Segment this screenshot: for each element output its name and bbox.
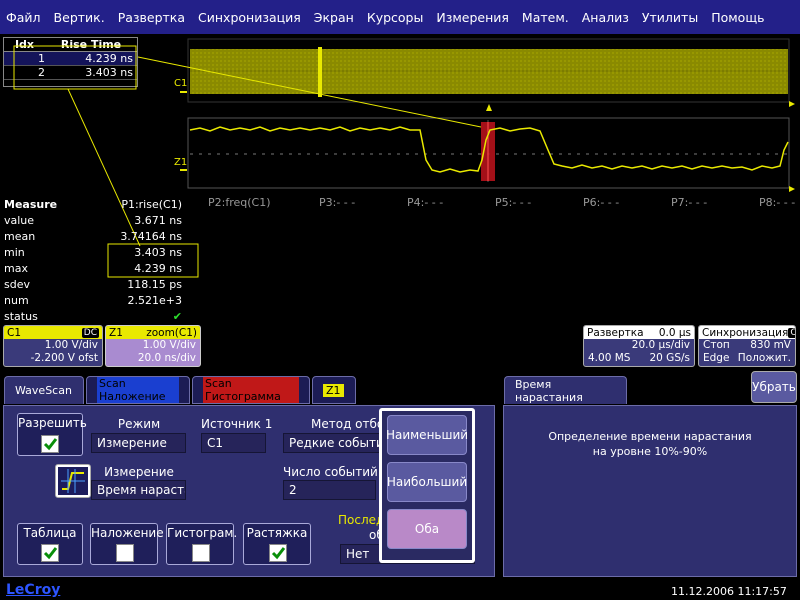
c1-name: C1 bbox=[7, 326, 22, 339]
largest-option[interactable]: Наибольший bbox=[387, 462, 467, 502]
tab-z1-label: Z1 bbox=[323, 383, 344, 397]
param-p5[interactable]: P5:- - - bbox=[495, 196, 531, 209]
last-label: Послед bbox=[338, 513, 385, 527]
help-desc-1: Определение времени нарастания bbox=[548, 430, 752, 443]
mode-label: Режим bbox=[117, 417, 161, 431]
tab-scan-histogram[interactable]: Scan Гистограмма bbox=[192, 376, 310, 404]
trigger-box[interactable]: СинхронизацияC1 Стоп 830 mV Edge Положит. bbox=[698, 325, 796, 367]
enable-checkbox[interactable] bbox=[41, 435, 59, 453]
both-option[interactable]: Оба bbox=[387, 509, 467, 549]
rise-time-icon[interactable] bbox=[55, 464, 91, 498]
source-label: Источник 1 bbox=[201, 417, 273, 431]
measure-value: 3.74164 ns bbox=[120, 229, 182, 243]
lecroy-logo: LeCroy bbox=[6, 582, 61, 598]
measure-label: mean bbox=[4, 229, 36, 243]
measure-value: 118.15 ps bbox=[127, 277, 182, 291]
status-check-icon: ✔ bbox=[172, 309, 182, 323]
measure-label: value bbox=[4, 213, 35, 227]
histogram-checkbox[interactable] bbox=[192, 544, 210, 562]
z1-tdiv: 20.0 ns/div bbox=[137, 352, 196, 364]
z1-trace-label: Z1 bbox=[174, 157, 187, 168]
histogram-toggle[interactable]: Гистограм. bbox=[166, 523, 238, 565]
tab-scan-overlay[interactable]: Scan Наложение bbox=[86, 376, 190, 404]
tab-scan-histogram-label: Scan Гистограмма bbox=[203, 377, 299, 403]
c1-channel-box[interactable]: C1 DC 1.00 V/div -2.200 V ofst bbox=[3, 325, 103, 367]
measure-panel: Measure P1:rise(C1) value 3.671 ns mean 3.7… bbox=[4, 196, 204, 324]
trigger-title: Синхронизация bbox=[702, 326, 789, 339]
param-p8[interactable]: P8:- - - bbox=[759, 196, 795, 209]
close-button[interactable]: Убрать bbox=[751, 371, 797, 403]
table-toggle[interactable]: Таблица bbox=[17, 523, 83, 565]
z1-title: zoom(C1) bbox=[146, 326, 197, 339]
smallest-option[interactable]: Наименьший bbox=[386, 415, 468, 455]
measurement-field[interactable]: Время нараста bbox=[91, 480, 186, 500]
help-panel: Определение времени нарастания на уровне… bbox=[503, 405, 797, 577]
events-field[interactable]: 2 bbox=[283, 480, 376, 500]
table-label: Таблица bbox=[23, 526, 77, 540]
trigger-level: 830 mV bbox=[750, 339, 791, 351]
measure-label: sdev bbox=[4, 277, 30, 291]
parameter-row: P2:freq(C1) P3:- - - P4:- - - P5:- - - P… bbox=[208, 196, 798, 212]
measure-label: min bbox=[4, 245, 25, 259]
c1-vdiv: 1.00 V/div bbox=[44, 339, 98, 351]
c1-highlight-marker bbox=[318, 47, 322, 97]
param-p2[interactable]: P2:freq(C1) bbox=[208, 196, 271, 209]
enable-label: Разрешить bbox=[18, 416, 87, 430]
zoom-label: Растяжка bbox=[246, 526, 308, 540]
datetime: 11.12.2006 11:17:57 bbox=[671, 585, 787, 598]
enable-toggle[interactable]: Разрешить bbox=[17, 413, 87, 456]
measure-label: max bbox=[4, 261, 28, 275]
tab-scan-overlay-label: Scan Наложение bbox=[97, 377, 179, 403]
timebase-memory: 4.00 MS bbox=[588, 352, 631, 364]
c1-offset: -2.200 V ofst bbox=[30, 352, 98, 364]
histogram-label: Гистограм. bbox=[167, 526, 238, 540]
timebase-box[interactable]: Развертка 0.0 µs 20.0 µs/div 4.00 MS 20 GS… bbox=[583, 325, 695, 367]
overlay-label: Наложение bbox=[91, 526, 164, 540]
measure-value: 3.671 ns bbox=[134, 213, 182, 227]
tab-wavescan[interactable]: WaveScan bbox=[4, 376, 84, 404]
source-field[interactable]: C1 bbox=[201, 433, 266, 453]
measurement-label: Измерение bbox=[104, 465, 174, 479]
measure-value: 3.403 ns bbox=[134, 245, 182, 259]
events-label: Число событий bbox=[283, 465, 378, 479]
timebase-title: Развертка bbox=[587, 326, 644, 339]
param-p6[interactable]: P6:- - - bbox=[583, 196, 619, 209]
param-p3[interactable]: P3:- - - bbox=[319, 196, 355, 209]
mode-field[interactable]: Измерение bbox=[91, 433, 186, 453]
param-p4[interactable]: P4:- - - bbox=[407, 196, 443, 209]
method-field[interactable]: Редкие события bbox=[283, 433, 382, 453]
param-p7[interactable]: P7:- - - bbox=[671, 196, 707, 209]
timebase-rate: 20 GS/s bbox=[649, 352, 690, 364]
timebase-delay: 0.0 µs bbox=[658, 326, 691, 339]
measure-label: num bbox=[4, 293, 29, 307]
tab-z1[interactable]: Z1 bbox=[312, 376, 356, 404]
measure-value: 2.521e+3 bbox=[127, 293, 182, 307]
z1-name: Z1 bbox=[109, 326, 123, 339]
timebase-tdiv: 20.0 µs/div bbox=[631, 339, 690, 351]
table-checkbox[interactable] bbox=[41, 544, 59, 562]
zoom-position-marker bbox=[486, 104, 492, 111]
measure-title: Measure bbox=[4, 197, 58, 211]
z1-channel-box[interactable]: Z1 zoom(C1) 1.00 V/div 20.0 ns/div bbox=[105, 325, 201, 367]
help-desc-2: на уровне 10%-90% bbox=[592, 445, 708, 458]
help-tab: Время нарастания bbox=[504, 376, 627, 404]
z1-vdiv: 1.00 V/div bbox=[142, 339, 196, 351]
trigger-ch: C1 bbox=[788, 327, 795, 338]
zoom-toggle[interactable]: Растяжка bbox=[243, 523, 311, 565]
trigger-slope: Положит. bbox=[737, 352, 791, 364]
measure-value: 4.239 ns bbox=[134, 261, 182, 275]
overlay-toggle[interactable]: Наложение bbox=[90, 523, 164, 565]
c1-trace-label: C1 bbox=[174, 78, 187, 89]
method-label: Метод отбор bbox=[311, 417, 392, 431]
zoom-checkbox[interactable] bbox=[269, 544, 287, 562]
coupling-badge: DC bbox=[81, 327, 99, 338]
trigger-state: Стоп bbox=[703, 339, 730, 351]
overlay-checkbox[interactable] bbox=[116, 544, 134, 562]
measure-param-name[interactable]: P1:rise(C1) bbox=[104, 198, 182, 211]
measure-label: status bbox=[4, 309, 38, 323]
trigger-type: Edge bbox=[703, 352, 730, 364]
